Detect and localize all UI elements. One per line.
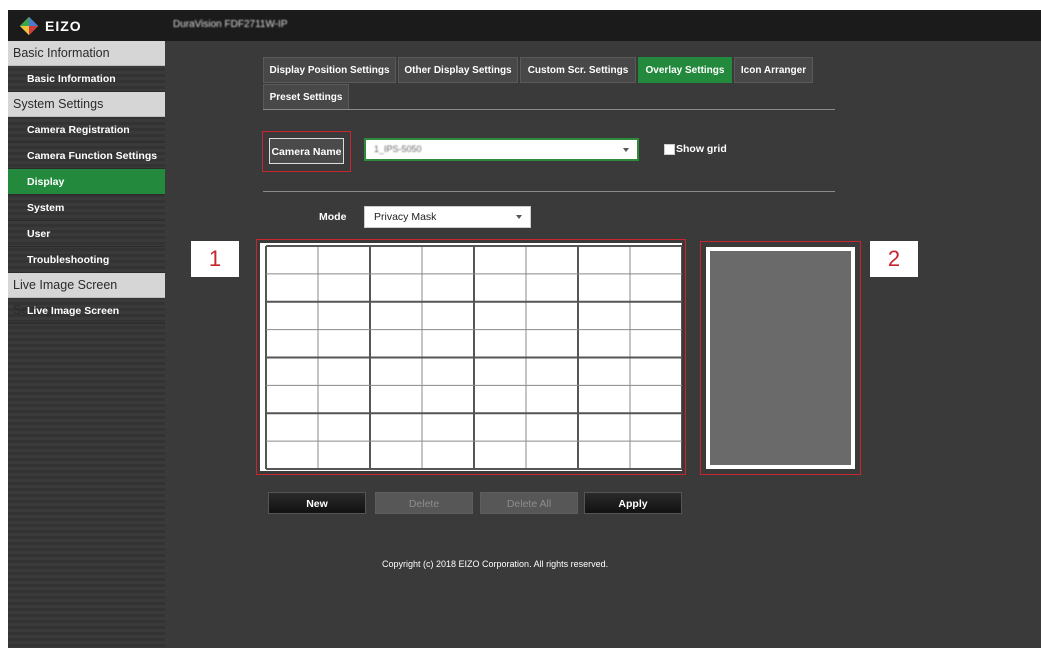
tab-preset-settings[interactable]: Preset Settings (263, 84, 349, 110)
show-grid-label[interactable]: Show grid (676, 143, 727, 155)
sidebar-item-display[interactable]: Display (8, 169, 165, 195)
sidebar-section-system-settings[interactable]: System Settings (8, 92, 165, 117)
tab-other-display-settings[interactable]: Other Display Settings (398, 57, 518, 83)
tab-display-position-settings[interactable]: Display Position Settings (263, 57, 396, 83)
copyright-text: Copyright (c) 2018 EIZO Corporation. All… (382, 559, 609, 569)
sidebar-item-system[interactable]: System (8, 195, 165, 221)
tab-divider (263, 109, 835, 110)
window-title: DuraVision FDF2711W-IP (173, 19, 288, 30)
callout-number-2: 2 (870, 241, 918, 277)
camera-preview-area (706, 247, 855, 469)
callout-number-1: 1 (191, 241, 239, 277)
sidebar: Basic Information Basic Information Syst… (8, 41, 165, 648)
top-bar: EIZO DuraVision FDF2711W-IP (8, 10, 1041, 41)
mode-select[interactable]: Privacy Mask (364, 206, 531, 228)
tab-custom-scr-settings[interactable]: Custom Scr. Settings (520, 57, 636, 83)
camera-name-value: 1_IPS-5050 (374, 144, 422, 154)
sidebar-item-basic-information[interactable]: Basic Information (8, 66, 165, 92)
delete-all-button[interactable]: Delete All (480, 492, 578, 514)
section-divider (263, 191, 835, 192)
mode-value: Privacy Mask (374, 211, 437, 223)
sidebar-item-live-image-screen[interactable]: Live Image Screen (8, 298, 165, 324)
mode-label: Mode (319, 211, 347, 223)
eizo-logo-icon (19, 16, 39, 36)
new-button[interactable]: New (268, 492, 366, 514)
show-grid-checkbox[interactable] (664, 144, 675, 155)
camera-name-select[interactable]: 1_IPS-5050 (364, 138, 639, 161)
delete-button[interactable]: Delete (375, 492, 473, 514)
sidebar-item-camera-function-settings[interactable]: Camera Function Settings (8, 143, 165, 169)
sidebar-section-live-image-screen-settings[interactable]: Live Image Screen Settings (8, 273, 165, 317)
chevron-down-icon (623, 148, 629, 152)
sidebar-item-troubleshooting[interactable]: Troubleshooting (8, 247, 165, 273)
mask-grid[interactable] (260, 243, 682, 471)
sidebar-item-user[interactable]: User (8, 221, 165, 247)
tab-icon-arranger[interactable]: Icon Arranger (734, 57, 813, 83)
eizo-logo: EIZO (19, 15, 82, 36)
camera-preview (710, 251, 851, 465)
app-window: EIZO DuraVision FDF2711W-IP Basic Inform… (8, 10, 1041, 648)
mask-grid-area[interactable] (260, 243, 682, 471)
camera-name-label: Camera Name (269, 138, 344, 164)
tab-overlay-settings[interactable]: Overlay Settings (638, 57, 732, 83)
sidebar-section-basic-information[interactable]: Basic Information (8, 41, 165, 66)
logo-text: EIZO (45, 17, 82, 34)
chevron-down-icon (516, 215, 522, 219)
apply-button[interactable]: Apply (584, 492, 682, 514)
main-content: Display Position Settings Other Display … (165, 41, 1041, 648)
sidebar-item-camera-registration[interactable]: Camera Registration (8, 117, 165, 143)
